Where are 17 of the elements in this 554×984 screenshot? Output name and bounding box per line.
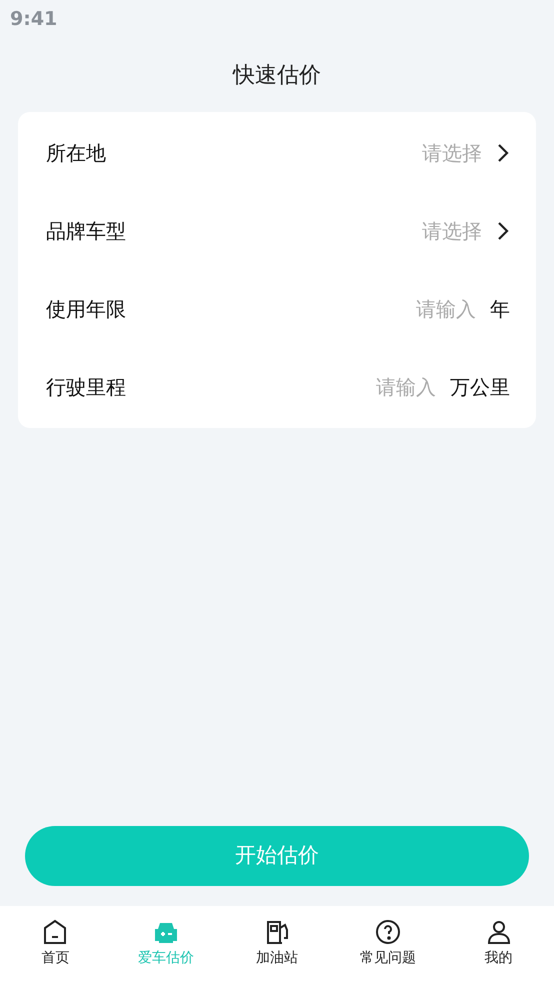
tab-item[interactable]: 加油站	[222, 918, 332, 969]
field-label: 品牌车型	[46, 218, 127, 245]
chevron-right-icon	[496, 143, 510, 163]
unit-label: 万公里	[450, 374, 510, 401]
input-field[interactable]: 请输入	[346, 372, 436, 402]
page-title: 快速估价	[233, 62, 321, 90]
tab-item[interactable]: 首页	[0, 918, 111, 969]
field-label: 所在地	[46, 140, 107, 167]
field-label: 行驶里程	[46, 374, 127, 401]
input-field[interactable]: 请输入	[386, 294, 476, 324]
unit-label: 年	[490, 296, 510, 323]
chevron-right-icon	[496, 221, 510, 241]
tab-item[interactable]: 我的	[443, 918, 554, 969]
status-time: 9:41	[10, 6, 58, 32]
tab-item[interactable]: 常见问题	[332, 918, 444, 969]
field-label: 使用年限	[46, 296, 127, 323]
help-icon	[374, 918, 402, 946]
